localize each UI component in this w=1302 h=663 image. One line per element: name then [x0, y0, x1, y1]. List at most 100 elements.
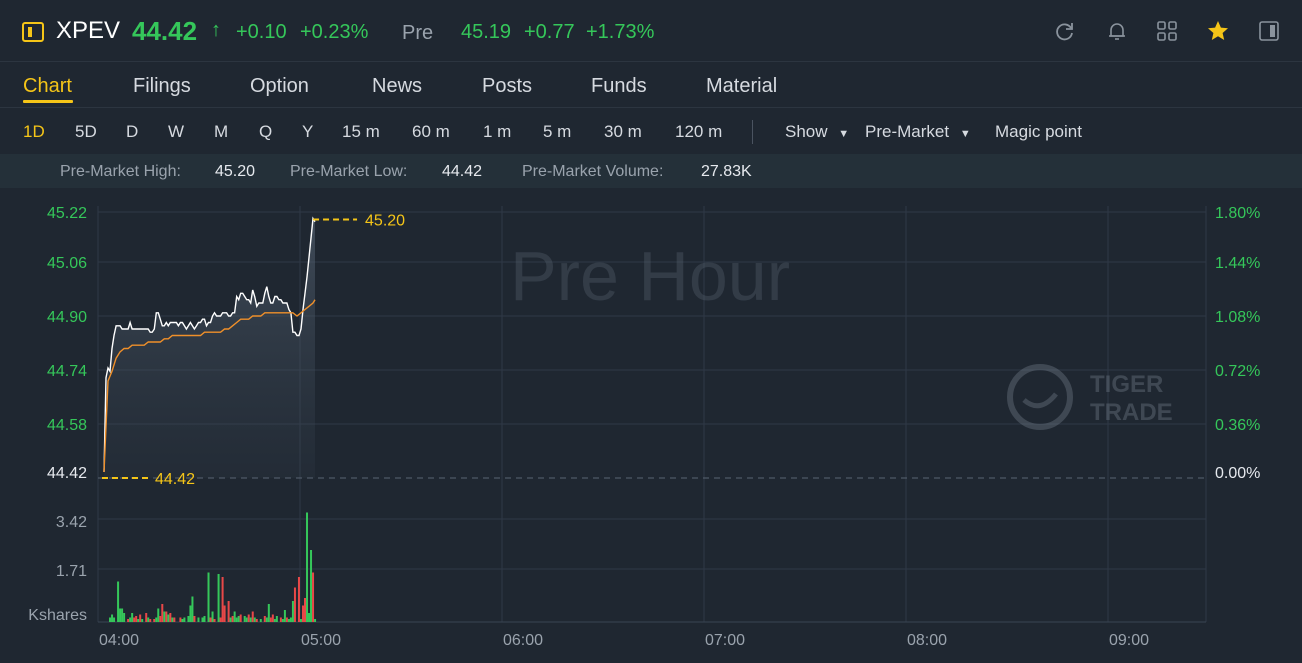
- period-5m[interactable]: 5 m: [543, 122, 571, 142]
- tab-bar: Chart Filings Option News Posts Funds Ma…: [0, 62, 1302, 108]
- volume-bar: [233, 611, 236, 622]
- session-dropdown-label: Pre-Market: [865, 122, 950, 141]
- caret-down-icon: ▼: [838, 128, 850, 140]
- pct-tick-label: 1.44%: [1215, 255, 1260, 272]
- tab-filings[interactable]: Filings: [133, 75, 191, 98]
- period-15m[interactable]: 15 m: [342, 122, 380, 142]
- session-dropdown[interactable]: Pre-Market ▼: [865, 122, 971, 142]
- chart-canvas[interactable]: Pre Hour TIGER TRADE 45.20 44.42 45.22 45.…: [0, 188, 1302, 663]
- show-dropdown-label: Show: [785, 122, 828, 141]
- volume-bar: [269, 617, 272, 622]
- period-d[interactable]: D: [126, 122, 138, 142]
- pct-tick-label: 0.00%: [1215, 465, 1260, 482]
- grid-icon[interactable]: [1156, 20, 1178, 42]
- up-arrow-icon: ↑: [211, 19, 221, 41]
- ticker-badge-icon: [22, 22, 44, 42]
- price-chart[interactable]: Pre Hour TIGER TRADE 45.20 44.42 45.22 45.…: [0, 188, 1302, 663]
- volume-bar: [167, 614, 170, 622]
- x-tick-label: 06:00: [503, 632, 543, 649]
- volume-bar: [121, 608, 124, 622]
- refresh-icon[interactable]: [1054, 20, 1076, 42]
- volume-bar: [255, 619, 258, 622]
- volume-bar: [191, 596, 194, 622]
- bell-icon[interactable]: [1106, 20, 1128, 42]
- ticker-symbol: XPEV: [56, 17, 121, 44]
- last-price: 44.42: [132, 16, 198, 46]
- volume-bar: [235, 617, 238, 622]
- panel-icon[interactable]: [1258, 20, 1280, 42]
- volume-bar: [155, 617, 158, 622]
- y-tick-label: 44.42: [47, 465, 87, 482]
- period-m[interactable]: M: [214, 122, 228, 142]
- period-60m[interactable]: 60 m: [412, 122, 450, 142]
- volume-bar: [306, 512, 309, 622]
- period-q[interactable]: Q: [259, 122, 272, 142]
- volume-bar: [139, 614, 142, 622]
- premarket-volume-label: Pre-Market Volume:: [522, 163, 664, 180]
- volume-bar: [171, 617, 174, 622]
- volume-bar: [297, 577, 300, 622]
- volume-bar: [221, 577, 224, 622]
- active-tab-indicator: [23, 100, 73, 103]
- tab-news[interactable]: News: [372, 75, 422, 98]
- volume-bar: [117, 581, 120, 622]
- y-tick-label: 44.90: [47, 309, 87, 326]
- volume-bar: [229, 617, 232, 622]
- price-change: +0.10: [236, 21, 287, 43]
- volume-bars: [109, 512, 317, 622]
- y-tick-label: 44.58: [47, 417, 87, 434]
- volume-bar: [153, 619, 156, 622]
- show-dropdown[interactable]: Show ▼: [785, 122, 849, 142]
- price-area: [104, 218, 315, 478]
- volume-bar: [145, 613, 148, 622]
- volume-bar: [247, 614, 250, 622]
- volume-bar: [203, 616, 206, 622]
- volume-bar: [133, 617, 136, 622]
- volume-bar: [201, 617, 204, 622]
- volume-bar: [217, 574, 220, 622]
- magic-point-button[interactable]: Magic point: [995, 122, 1082, 142]
- volume-tick-label: 1.71: [56, 563, 87, 580]
- period-5d[interactable]: 5D: [75, 122, 97, 142]
- star-icon[interactable]: [1206, 19, 1230, 43]
- volume-bar: [111, 614, 114, 622]
- volume-bar: [147, 617, 150, 622]
- x-tick-label: 05:00: [301, 632, 341, 649]
- session-label: Pre: [402, 22, 434, 44]
- volume-bar: [169, 613, 172, 622]
- volume-bar: [275, 616, 278, 622]
- y-tick-label: 44.74: [47, 363, 87, 380]
- volume-bar: [237, 616, 240, 622]
- period-30m[interactable]: 30 m: [604, 122, 642, 142]
- period-w[interactable]: W: [168, 122, 184, 142]
- pct-tick-label: 0.72%: [1215, 363, 1260, 380]
- tab-posts[interactable]: Posts: [482, 75, 532, 98]
- premarket-stats-bar: Pre-Market High: 45.20 Pre-Market Low: 4…: [0, 154, 1302, 188]
- period-y[interactable]: Y: [302, 122, 313, 142]
- period-1m[interactable]: 1 m: [483, 122, 511, 142]
- tab-material[interactable]: Material: [706, 75, 777, 98]
- tab-option[interactable]: Option: [250, 75, 309, 98]
- volume-bar: [181, 619, 184, 622]
- volume-bar: [243, 616, 246, 622]
- volume-bar: [273, 619, 276, 622]
- volume-bar: [304, 598, 306, 622]
- volume-bar: [213, 619, 216, 622]
- volume-bar: [149, 619, 152, 622]
- pct-tick-label: 0.36%: [1215, 417, 1260, 434]
- premarket-volume-value: 27.83K: [701, 163, 752, 180]
- volume-bar: [281, 619, 284, 622]
- volume-bar: [135, 616, 138, 622]
- y-tick-label: 45.06: [47, 255, 87, 272]
- x-tick-label: 07:00: [705, 632, 745, 649]
- period-1d[interactable]: 1D: [23, 122, 45, 142]
- volume-bar: [127, 619, 130, 622]
- volume-bar: [123, 613, 126, 622]
- volume-bar: [245, 617, 248, 622]
- period-120m[interactable]: 120 m: [675, 122, 722, 142]
- volume-bar: [223, 605, 226, 622]
- x-tick-label: 09:00: [1109, 632, 1149, 649]
- tab-funds[interactable]: Funds: [591, 75, 647, 98]
- volume-bar: [165, 611, 168, 622]
- tab-chart[interactable]: Chart: [23, 75, 72, 98]
